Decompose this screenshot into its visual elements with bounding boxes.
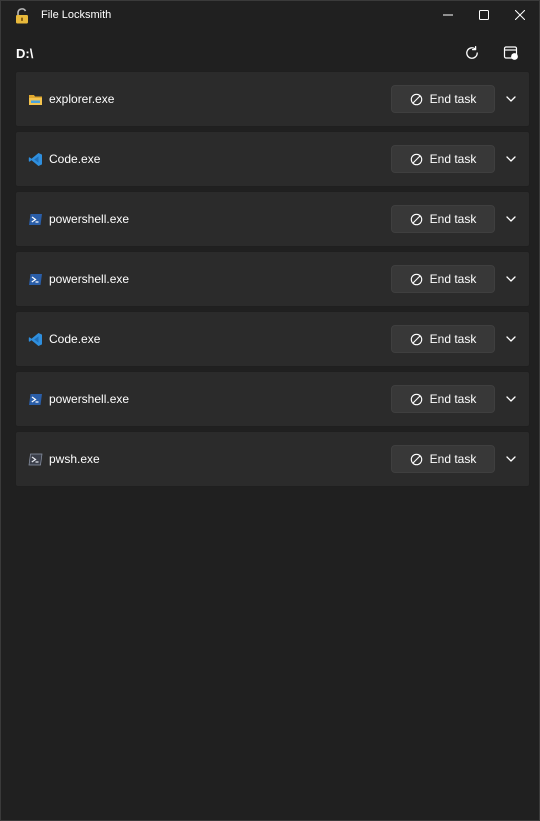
block-icon bbox=[410, 153, 422, 165]
vscode-icon bbox=[28, 152, 43, 167]
process-name: powershell.exe bbox=[49, 212, 130, 226]
restart-as-admin-button[interactable] bbox=[498, 41, 524, 65]
block-icon bbox=[410, 393, 422, 405]
powershell-icon bbox=[28, 392, 43, 407]
process-name: pwsh.exe bbox=[49, 452, 100, 466]
refresh-icon bbox=[466, 45, 478, 59]
block-icon bbox=[410, 273, 422, 285]
expand-button[interactable] bbox=[501, 327, 521, 351]
expand-button[interactable] bbox=[501, 267, 521, 291]
process-name: powershell.exe bbox=[49, 272, 130, 286]
chevron-down-icon bbox=[506, 216, 516, 222]
padlock-icon bbox=[15, 8, 29, 24]
refresh-button[interactable] bbox=[459, 41, 485, 65]
end-task-label: End task bbox=[429, 392, 477, 406]
expand-button[interactable] bbox=[501, 447, 521, 471]
block-icon bbox=[410, 213, 422, 225]
maximize-icon bbox=[479, 10, 489, 20]
end-task-button[interactable]: End task bbox=[391, 265, 495, 293]
process-row[interactable]: powershell.exe End task bbox=[15, 251, 530, 307]
close-button[interactable] bbox=[503, 1, 537, 29]
expand-button[interactable] bbox=[501, 87, 521, 111]
expand-button[interactable] bbox=[501, 207, 521, 231]
process-list: explorer.exe End task Code.exe End task … bbox=[15, 71, 530, 491]
block-icon bbox=[410, 453, 422, 465]
powershell-icon bbox=[28, 212, 43, 227]
vscode-icon bbox=[28, 332, 43, 347]
chevron-down-icon bbox=[506, 336, 516, 342]
minimize-button[interactable] bbox=[431, 1, 465, 29]
end-task-button[interactable]: End task bbox=[391, 85, 495, 113]
process-name: Code.exe bbox=[49, 332, 101, 346]
selected-path: D:\ bbox=[16, 46, 34, 61]
end-task-button[interactable]: End task bbox=[391, 325, 495, 353]
process-row[interactable]: pwsh.exe End task bbox=[15, 431, 530, 487]
title-bar[interactable]: File Locksmith bbox=[1, 1, 539, 31]
expand-button[interactable] bbox=[501, 387, 521, 411]
process-name: powershell.exe bbox=[49, 392, 130, 406]
end-task-button[interactable]: End task bbox=[391, 385, 495, 413]
chevron-down-icon bbox=[506, 96, 516, 102]
block-icon bbox=[410, 93, 422, 105]
process-row[interactable]: explorer.exe End task bbox=[15, 71, 530, 127]
end-task-button[interactable]: End task bbox=[391, 445, 495, 473]
pwsh-icon bbox=[28, 452, 43, 467]
process-name: explorer.exe bbox=[49, 92, 115, 106]
chevron-down-icon bbox=[506, 396, 516, 402]
end-task-label: End task bbox=[429, 212, 477, 226]
end-task-label: End task bbox=[429, 152, 477, 166]
end-task-label: End task bbox=[429, 452, 477, 466]
explorer-icon bbox=[28, 92, 43, 107]
chevron-down-icon bbox=[506, 156, 516, 162]
process-row[interactable]: powershell.exe End task bbox=[15, 371, 530, 427]
end-task-label: End task bbox=[429, 332, 477, 346]
end-task-label: End task bbox=[429, 92, 477, 106]
window-title: File Locksmith bbox=[41, 9, 112, 21]
path-bar: D:\ bbox=[1, 37, 539, 69]
maximize-button[interactable] bbox=[467, 1, 501, 29]
powershell-icon bbox=[28, 272, 43, 287]
end-task-label: End task bbox=[429, 272, 477, 286]
block-icon bbox=[410, 333, 422, 345]
end-task-button[interactable]: End task bbox=[391, 145, 495, 173]
file-locksmith-window: File Locksmith D:\ explorer.exe End task… bbox=[0, 0, 540, 821]
expand-button[interactable] bbox=[501, 147, 521, 171]
process-row[interactable]: Code.exe End task bbox=[15, 311, 530, 367]
process-name: Code.exe bbox=[49, 152, 101, 166]
chevron-down-icon bbox=[506, 276, 516, 282]
chevron-down-icon bbox=[506, 456, 516, 462]
close-icon bbox=[515, 10, 525, 20]
process-row[interactable]: powershell.exe End task bbox=[15, 191, 530, 247]
restart-as-admin-icon bbox=[503, 46, 518, 60]
end-task-button[interactable]: End task bbox=[391, 205, 495, 233]
minimize-icon bbox=[443, 14, 453, 16]
process-row[interactable]: Code.exe End task bbox=[15, 131, 530, 187]
